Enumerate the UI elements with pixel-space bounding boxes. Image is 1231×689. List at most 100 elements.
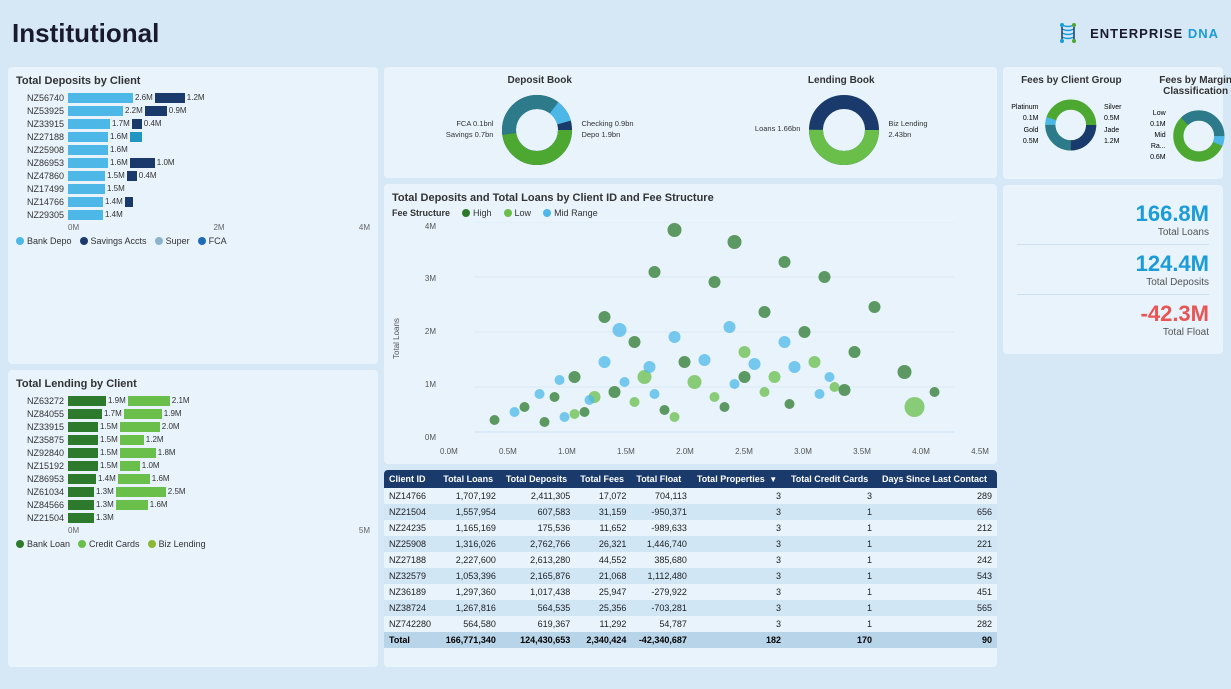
fees-margin-section: Fees by Margin Classification Low 0.1M M… <box>1140 75 1231 171</box>
col-total-credit-cards: Total Credit Cards <box>786 470 877 488</box>
total-loans-stat: 166.8M Total Loans <box>1017 195 1209 245</box>
col-total-deposits: Total Deposits <box>501 470 575 488</box>
legend-low: Low <box>504 208 532 218</box>
table-row: NZ17499 1.5M <box>16 184 370 194</box>
total-float-value: -42.3M <box>1017 301 1209 327</box>
deposit-book-wrapper: FCA 0.1bnl Savings 0.7bn Checking 0.9bn <box>446 90 634 170</box>
table-row: NZ215041,557,954607,58331,159-950,371316… <box>384 504 997 520</box>
lending-book-labels-left: Loans 1.66bn <box>755 124 800 135</box>
legend-mid-range: Mid Range <box>543 208 598 218</box>
table-row: NZ53925 2.2M 0.9M <box>16 106 370 116</box>
col-total-float: Total Float <box>631 470 692 488</box>
col-client-id: Client ID <box>384 470 438 488</box>
logo-text: ENTERPRISE DNA <box>1090 26 1219 41</box>
lending-x-axis: 0M 5M <box>16 526 370 535</box>
middle-column: Deposit Book FCA 0.1bnl Savings 0.7bn <box>384 67 997 667</box>
table-row: NZ27188 1.6M <box>16 132 370 142</box>
table-row: NZ271882,227,6002,613,28044,552385,68031… <box>384 552 997 568</box>
table-scroll[interactable]: Client ID Total Loans Total Deposits Tot… <box>384 470 997 648</box>
table-row: NZ33915 1.5M 2.0M <box>16 422 370 432</box>
table-row: NZ21504 1.3M <box>16 513 370 523</box>
table-row: NZ61034 1.3M 2.5M <box>16 487 370 497</box>
deposits-title: Total Deposits by Client <box>16 75 370 87</box>
page-title: Institutional <box>12 18 159 49</box>
deposits-legend: Bank Depo Savings Accts Super FCA <box>16 236 370 246</box>
table-row: NZ742280564,580619,36711,29254,78731282 <box>384 616 997 632</box>
stats-card: 166.8M Total Loans 124.4M Total Deposits… <box>1003 185 1223 354</box>
table-row: NZ147661,707,1922,411,30517,072704,11333… <box>384 488 997 504</box>
total-loans-label: Total Loans <box>1017 227 1209 238</box>
lending-title: Total Lending by Client <box>16 378 370 390</box>
lending-book-labels-right: Biz Lending 2.43bn <box>888 119 927 141</box>
scatter-y-axis: 4M 3M 2M 1M 0M <box>408 222 436 456</box>
total-loans-value: 166.8M <box>1017 201 1209 227</box>
legend-item-biz-lending: Biz Lending <box>148 539 206 549</box>
table-row: NZ15192 1.5M 1.0M <box>16 461 370 471</box>
scatter-svg <box>440 222 989 442</box>
fees-client-labels-right: Silver 0.5M Jade 1.2M <box>1104 102 1132 147</box>
col-total-properties[interactable]: Total Properties ▼ <box>692 470 786 488</box>
table-row: NZ242351,165,169175,53611,652-989,633312… <box>384 520 997 536</box>
table-footer-row: Total 166,771,340 124,430,653 2,340,424 … <box>384 632 997 648</box>
table-row: NZ387241,267,816564,53525,356-703,281315… <box>384 600 997 616</box>
table-row: NZ33915 1.7M 0.4M <box>16 119 370 129</box>
scatter-card: Total Deposits and Total Loans by Client… <box>384 184 997 464</box>
deposit-book-title: Deposit Book <box>508 75 572 86</box>
lending-book-section: Lending Book Loans 1.66bn Biz Lending <box>694 75 990 170</box>
table-row: NZ63272 1.9M 2.1M <box>16 396 370 406</box>
legend-item-fca: FCA <box>198 236 227 246</box>
data-table-card: Client ID Total Loans Total Deposits Tot… <box>384 470 997 667</box>
table-row: NZ84566 1.3M 1.6M <box>16 500 370 510</box>
table-row: NZ86953 1.4M 1.6M <box>16 474 370 484</box>
table-row: NZ86953 1.6M 1.0M <box>16 158 370 168</box>
dna-icon <box>1052 17 1084 49</box>
table-row: NZ25908 1.6M <box>16 145 370 155</box>
total-deposits-stat: 124.4M Total Deposits <box>1017 245 1209 295</box>
scatter-plot: Total Loans 4M 3M 2M 1M 0M <box>392 222 989 456</box>
legend-high: High <box>462 208 492 218</box>
table-row: NZ29305 1.4M <box>16 210 370 220</box>
deposit-book-donut <box>497 90 577 170</box>
fees-client-donut <box>1041 90 1101 160</box>
lending-legend: Bank Loan Credit Cards Biz Lending <box>16 539 370 549</box>
deposit-book-labels-right: Checking 0.9bn Depo 1.9bn <box>581 119 633 141</box>
dashboard: Institutional ENTERPRISE DNA <box>0 0 1231 689</box>
right-column: Fees by Client Group Platinum 0.1M Gold … <box>1003 67 1223 667</box>
table-row: NZ259081,316,0262,762,76626,3211,446,740… <box>384 536 997 552</box>
data-table: Client ID Total Loans Total Deposits Tot… <box>384 470 997 648</box>
table-row: NZ56740 2.6M 1.2M <box>16 93 370 103</box>
col-days-since-contact: Days Since Last Contact <box>877 470 997 488</box>
logo-area: ENTERPRISE DNA <box>1052 17 1219 49</box>
legend-item-super: Super <box>155 236 190 246</box>
lending-book-wrapper: Loans 1.66bn Biz Lending 2.43bn <box>755 90 928 170</box>
table-row: NZ47860 1.5M 0.4M <box>16 171 370 181</box>
fees-client-section: Fees by Client Group Platinum 0.1M Gold … <box>1011 75 1132 171</box>
fees-client-title: Fees by Client Group <box>1021 75 1122 86</box>
lending-bar-chart: NZ63272 1.9M 2.1M NZ84055 <box>16 396 370 523</box>
table-row: NZ84055 1.7M 1.9M <box>16 409 370 419</box>
legend-item-credit-cards: Credit Cards <box>78 539 140 549</box>
scatter-x-axis: 0.0M 0.5M 1.0M 1.5M 2.0M 2.5M 3.0M 3.5M … <box>440 447 989 456</box>
deposits-card: Total Deposits by Client NZ56740 2.6M 1.… <box>8 67 378 364</box>
table-row: NZ14766 1.4M <box>16 197 370 207</box>
deposits-x-axis: 0M 2M 4M <box>16 223 370 232</box>
right-spacer <box>1003 360 1223 667</box>
lending-card: Total Lending by Client NZ63272 1.9M 2.1… <box>8 370 378 667</box>
scatter-y-label: Total Loans <box>392 222 406 456</box>
total-deposits-value: 124.4M <box>1017 251 1209 277</box>
legend-item-bank-loan: Bank Loan <box>16 539 70 549</box>
left-column: Total Deposits by Client NZ56740 2.6M 1.… <box>8 67 378 667</box>
fees-margin-labels-left: Low 0.1M Mid Ra... 0.6M <box>1140 108 1166 164</box>
total-deposits-label: Total Deposits <box>1017 277 1209 288</box>
lending-book-donut <box>804 90 884 170</box>
fees-margin-title: Fees by Margin Classification <box>1140 75 1231 97</box>
table-body: NZ147661,707,1922,411,30517,072704,11333… <box>384 488 997 632</box>
legend-item-savings: Savings Accts <box>80 236 147 246</box>
deposit-book-section: Deposit Book FCA 0.1bnl Savings 0.7bn <box>392 75 688 170</box>
scatter-legend: Fee Structure High Low Mid Range <box>392 208 989 218</box>
table-row: NZ325791,053,3962,165,87621,0681,112,480… <box>384 568 997 584</box>
scatter-area: 0.0M 0.5M 1.0M 1.5M 2.0M 2.5M 3.0M 3.5M … <box>440 222 989 456</box>
fees-card: Fees by Client Group Platinum 0.1M Gold … <box>1003 67 1223 179</box>
header: Institutional ENTERPRISE DNA <box>8 8 1223 61</box>
deposits-bar-chart: NZ56740 2.6M 1.2M NZ53925 <box>16 93 370 220</box>
